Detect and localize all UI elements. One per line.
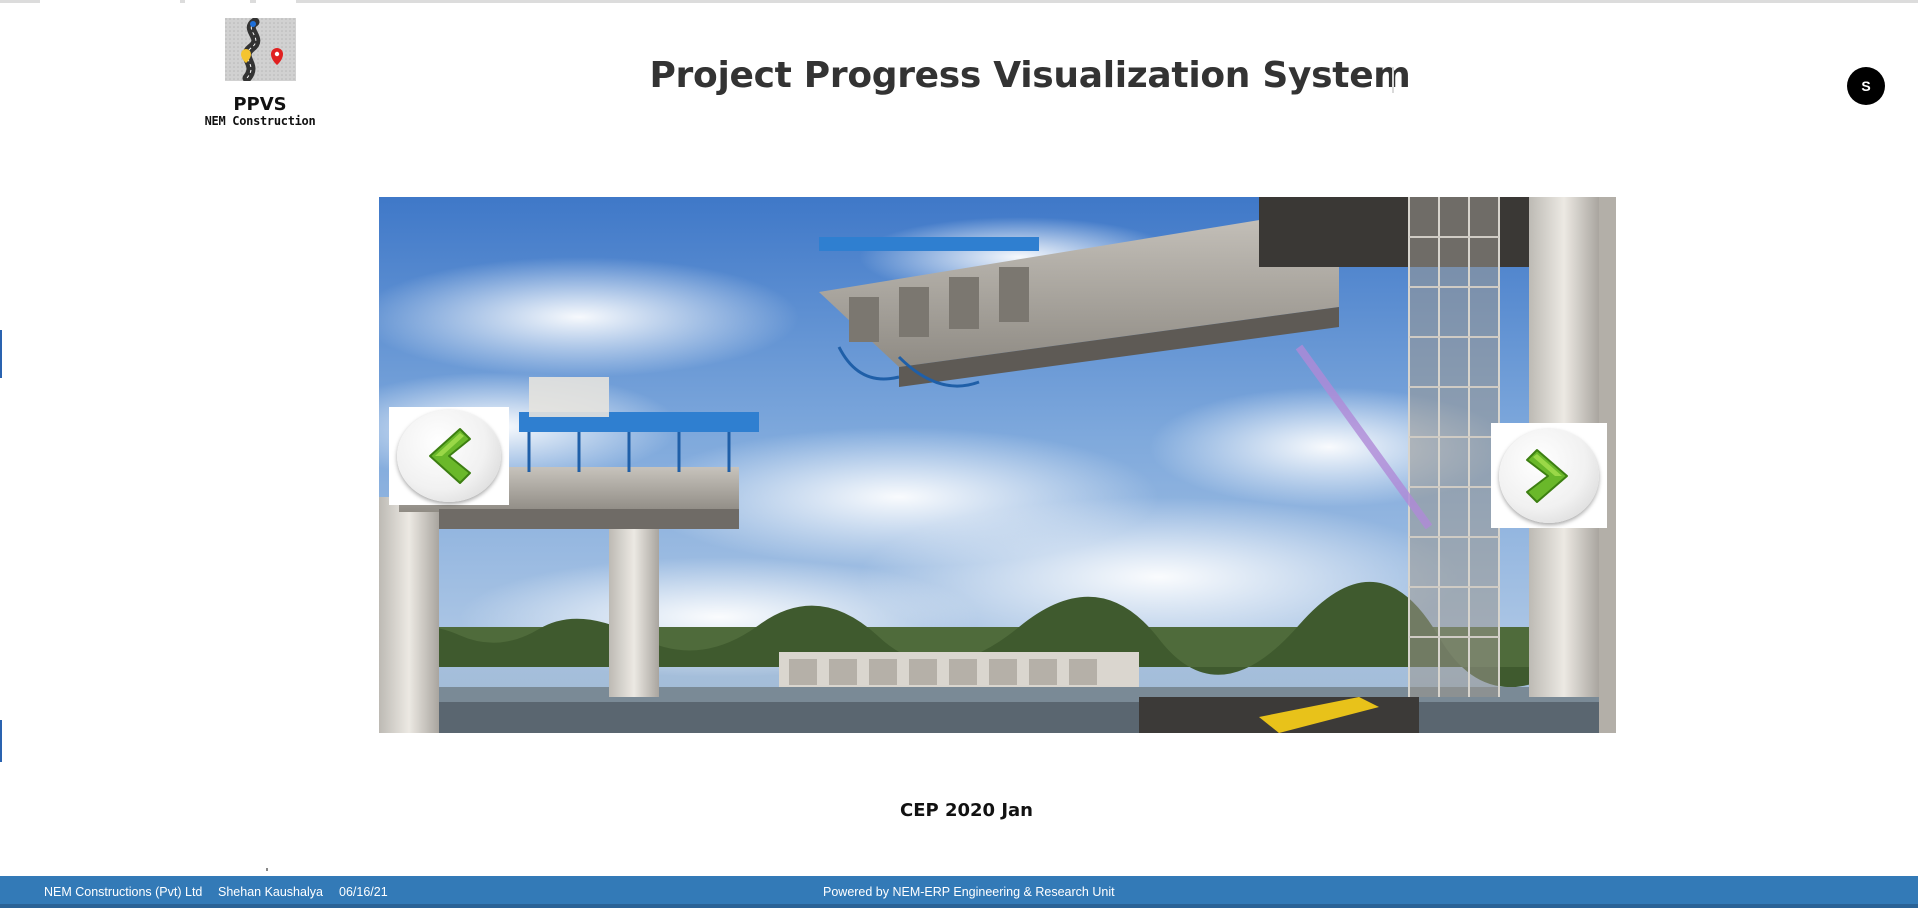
top-border: [0, 0, 1918, 3]
bridge-construction-photo: [379, 197, 1616, 733]
logo-subtitle: NEM Construction: [204, 114, 316, 128]
green-chevron-left-icon: [429, 428, 471, 484]
divider-mark: [266, 868, 268, 871]
image-carousel: [379, 197, 1616, 733]
footer-company: NEM Constructions (Pvt) Ltd: [44, 885, 203, 899]
footer-date: 06/16/21: [339, 885, 388, 899]
footer-powered-by: Powered by NEM-ERP Engineering & Researc…: [823, 885, 1115, 899]
logo-title: PPVS: [233, 94, 287, 115]
footer-base-strip: [0, 904, 1918, 908]
slide-caption: CEP 2020 Jan: [900, 800, 1033, 821]
carousel-next-button[interactable]: [1491, 423, 1607, 528]
page: PPVS NEM Construction Project Progress V…: [0, 0, 1918, 908]
green-chevron-right-icon: [1526, 448, 1568, 503]
user-avatar[interactable]: S: [1847, 67, 1885, 105]
app-logo[interactable]: PPVS NEM Construction: [200, 18, 320, 130]
footer-user: Shehan Kaushalya: [218, 885, 323, 899]
footer-bar: NEM Constructions (Pvt) Ltd Shehan Kaush…: [0, 876, 1918, 908]
left-edge-marker: [0, 330, 3, 378]
carousel-prev-button[interactable]: [389, 407, 509, 505]
road-map-pin-icon: [225, 18, 296, 81]
page-title: Project Progress Visualization System: [649, 55, 1411, 96]
text-caret: [1392, 67, 1394, 93]
left-edge-marker: [0, 720, 3, 762]
